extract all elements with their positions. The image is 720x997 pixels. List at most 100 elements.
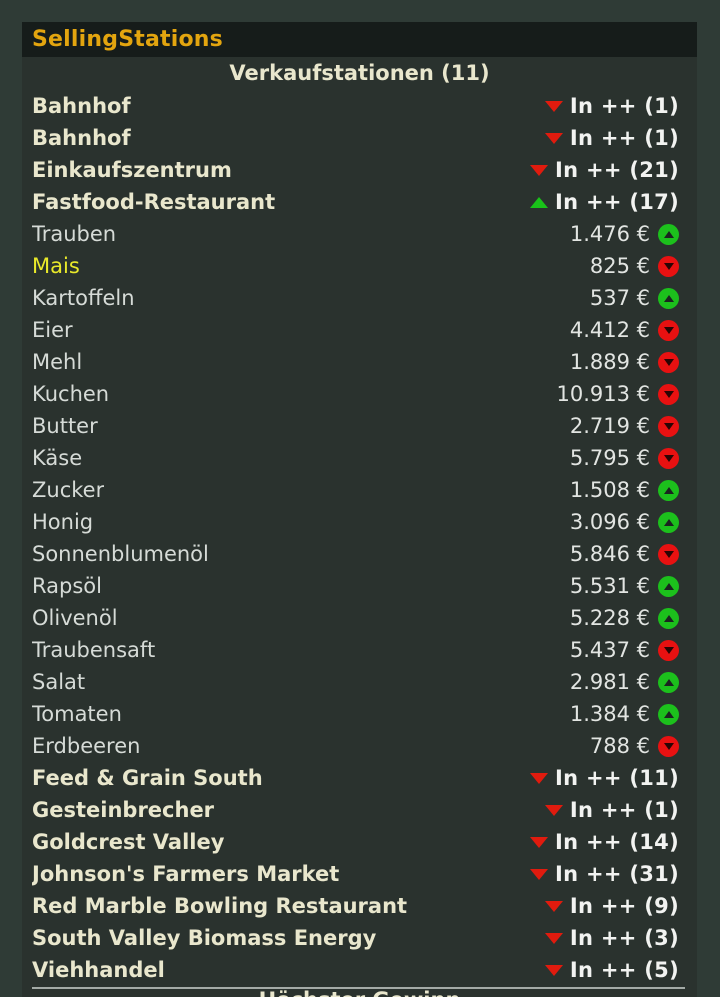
product-price-cell: 5.531 €	[530, 570, 679, 602]
triangle-up-icon	[658, 479, 679, 501]
product-price: 1.889 €	[569, 350, 650, 374]
product-price: 5.228 €	[569, 606, 650, 630]
product-row[interactable]: Kuchen 10.913 €	[22, 378, 697, 410]
product-row[interactable]: Eier 4.412 €	[22, 314, 697, 346]
station-name: Bahnhof	[32, 94, 131, 118]
station-status: In ++ (11)	[530, 762, 679, 794]
product-row[interactable]: Kartoffeln 537 €	[22, 282, 697, 314]
product-name: Mais	[32, 254, 80, 278]
triangle-down-icon	[658, 255, 679, 277]
product-name: Zucker	[32, 478, 105, 502]
product-price-cell: 2.719 €	[530, 410, 679, 442]
station-in-label: In ++ (17)	[555, 190, 679, 214]
triangle-down-icon	[658, 351, 679, 373]
station-status: In ++ (14)	[530, 826, 679, 858]
triangle-down-icon	[530, 836, 548, 848]
station-name: Bahnhof	[32, 126, 131, 150]
triangle-down-icon	[658, 383, 679, 405]
station-status: In ++ (1)	[544, 794, 679, 826]
triangle-down-icon	[658, 447, 679, 469]
product-price: 537 €	[589, 286, 650, 310]
station-row[interactable]: Einkaufszentrum In ++ (21)	[22, 154, 697, 186]
station-in-label: In ++ (1)	[569, 94, 679, 118]
game-overlay-root: SellingStations Verkaufstationen (11) Ba…	[0, 0, 720, 997]
product-price-cell: 4.412 €	[530, 314, 679, 346]
station-row[interactable]: Bahnhof In ++ (1)	[22, 122, 697, 154]
trend-arrow-glyph	[663, 390, 674, 398]
station-name: South Valley Biomass Energy	[32, 926, 377, 950]
product-price-cell: 5.795 €	[530, 442, 679, 474]
station-row[interactable]: Feed & Grain South In ++ (11)	[22, 762, 697, 794]
product-name: Kartoffeln	[32, 286, 135, 310]
product-price: 5.437 €	[569, 638, 650, 662]
station-row[interactable]: Bahnhof In ++ (1)	[22, 90, 697, 122]
product-name: Rapsöl	[32, 574, 102, 598]
product-name: Käse	[32, 446, 83, 470]
trend-arrow-glyph	[663, 710, 674, 718]
station-name: Johnson's Farmers Market	[32, 862, 340, 886]
triangle-up-icon	[658, 703, 679, 725]
station-status: In ++ (9)	[544, 890, 679, 922]
product-row[interactable]: Honig 3.096 €	[22, 506, 697, 538]
product-row[interactable]: Tomaten 1.384 €	[22, 698, 697, 730]
triangle-down-icon	[658, 543, 679, 565]
list-divider	[32, 987, 685, 989]
product-name: Erdbeeren	[32, 734, 141, 758]
station-status: In ++ (21)	[530, 154, 679, 186]
product-price-cell: 1.889 €	[530, 346, 679, 378]
triangle-down-icon	[544, 804, 563, 816]
product-row[interactable]: Butter 2.719 €	[22, 410, 697, 442]
triangle-down-icon	[530, 868, 548, 880]
product-price: 5.531 €	[569, 574, 650, 598]
station-name: Gesteinbrecher	[32, 798, 215, 822]
triangle-up-icon	[658, 607, 679, 629]
product-row[interactable]: Mais 825 €	[22, 250, 697, 282]
triangle-down-icon	[544, 900, 563, 912]
station-name: Fastfood-Restaurant	[32, 190, 276, 214]
product-name: Trauben	[32, 222, 117, 246]
trend-arrow-glyph	[663, 294, 674, 302]
station-row[interactable]: Viehhandel In ++ (5)	[22, 954, 697, 986]
station-row[interactable]: Johnson's Farmers Market In ++ (31)	[22, 858, 697, 890]
product-row[interactable]: Käse 5.795 €	[22, 442, 697, 474]
station-row[interactable]: South Valley Biomass Energy In ++ (3)	[22, 922, 697, 954]
product-name: Olivenöl	[32, 606, 118, 630]
station-row[interactable]: Gesteinbrecher In ++ (1)	[22, 794, 697, 826]
station-name: Viehhandel	[32, 958, 165, 982]
station-name: Einkaufszentrum	[32, 158, 232, 182]
product-row[interactable]: Salat 2.981 €	[22, 666, 697, 698]
station-status: In ++ (1)	[544, 122, 679, 154]
triangle-down-icon	[658, 735, 679, 757]
panel-body: Verkaufstationen (11) Bahnhof In ++ (1) Ba…	[22, 57, 697, 997]
product-name: Kuchen	[32, 382, 110, 406]
station-in-label: In ++ (11)	[555, 766, 679, 790]
product-price-cell: 1.508 €	[530, 474, 679, 506]
triangle-down-icon	[530, 164, 548, 176]
product-row[interactable]: Sonnenblumenöl 5.846 €	[22, 538, 697, 570]
product-row[interactable]: Erdbeeren 788 €	[22, 730, 697, 762]
trend-arrow-glyph	[663, 230, 674, 238]
product-price-cell: 825 €	[530, 250, 679, 282]
product-price: 3.096 €	[569, 510, 650, 534]
station-product-list: Bahnhof In ++ (1) Bahnhof In ++ (1) Einkaufs…	[22, 90, 697, 986]
trend-arrow-glyph	[663, 550, 674, 558]
product-row[interactable]: Traubensaft 5.437 €	[22, 634, 697, 666]
triangle-down-icon	[530, 772, 548, 784]
product-price-cell: 5.846 €	[530, 538, 679, 570]
product-row[interactable]: Rapsöl 5.531 €	[22, 570, 697, 602]
station-row[interactable]: Red Marble Bowling Restaurant In ++ (9)	[22, 890, 697, 922]
product-name: Salat	[32, 670, 86, 694]
product-row[interactable]: Olivenöl 5.228 €	[22, 602, 697, 634]
product-price: 5.795 €	[569, 446, 650, 470]
station-row[interactable]: Fastfood-Restaurant In ++ (17)	[22, 186, 697, 218]
product-price: 2.719 €	[569, 414, 650, 438]
station-row[interactable]: Goldcrest Valley In ++ (14)	[22, 826, 697, 858]
station-in-label: In ++ (3)	[569, 926, 679, 950]
product-row[interactable]: Zucker 1.508 €	[22, 474, 697, 506]
station-status: In ++ (17)	[530, 186, 679, 218]
product-price: 788 €	[589, 734, 650, 758]
station-in-label: In ++ (5)	[569, 958, 679, 982]
product-row[interactable]: Trauben 1.476 €	[22, 218, 697, 250]
product-price: 5.846 €	[569, 542, 650, 566]
product-row[interactable]: Mehl 1.889 €	[22, 346, 697, 378]
